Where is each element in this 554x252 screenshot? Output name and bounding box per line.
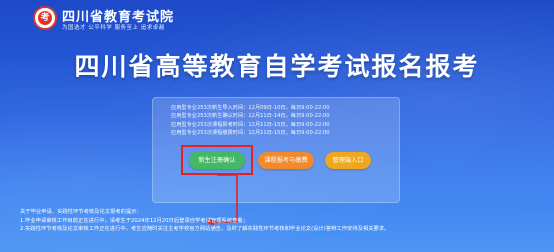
schedule-item: 应用型专业253次新生确认时间：12月11日-14日，每日9:00-22:00 bbox=[171, 113, 330, 120]
page-title: 四川省高等教育自学考试报名报考 bbox=[74, 52, 480, 81]
highlight-box bbox=[181, 145, 253, 175]
course-registration-button[interactable]: 课程报考与缴费 bbox=[258, 152, 314, 169]
institution-logo: 考 bbox=[33, 6, 57, 30]
notice-item: 1.毕业申请审核工作目前正在进行中，请考生于2024年12月20日后登录自学考试… bbox=[20, 217, 249, 224]
notice-heading: 关于毕业申请、实践性环节考核及论文报考的提示： bbox=[20, 209, 142, 215]
notice-item: 2.实践性环节考核及论文审核工作正在进行中，考生应随时关注主考学校官方网站通告，… bbox=[20, 226, 390, 233]
schedule-item: 应用型专业253次课程报考时间：12月11日-15日，每日9:00-22:00 bbox=[171, 121, 330, 128]
site-slogan: 为国选才 公平科学 服务至上 追求卓越 bbox=[62, 25, 165, 31]
admin-entry-button[interactable]: 管理端入口 bbox=[325, 152, 371, 169]
schedule-list: 应用型专业253次新生导入时间：12月09日-10日，每日9:00-22:00 … bbox=[171, 104, 330, 138]
schedule-item: 应用型专业253次新生导入时间：12月09日-10日，每日9:00-22:00 bbox=[171, 105, 330, 111]
notice-section: 关于毕业申请、实践性环节考核及论文报考的提示： 1.毕业申请审核工作目前正在进行… bbox=[20, 208, 540, 234]
schedule-item: 应用型专业253次课程缴费时间：12月11日-15日，每日9:00-22:00 bbox=[171, 130, 330, 137]
logo-mark: 考 bbox=[38, 11, 52, 25]
